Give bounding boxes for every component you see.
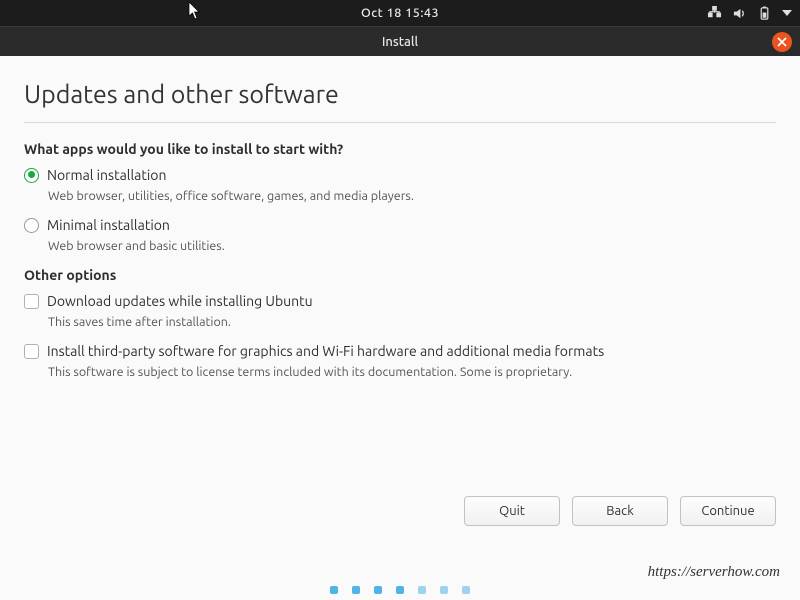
apps-question: What apps would you like to install to s… <box>24 141 776 157</box>
option-download-updates[interactable]: Download updates while installing Ubuntu… <box>24 293 776 329</box>
window-titlebar: Install <box>0 26 800 56</box>
checkbox-download-updates[interactable] <box>24 294 39 309</box>
installer-page: Updates and other software What apps wou… <box>0 56 800 600</box>
label-minimal: Minimal installation <box>47 217 170 233</box>
cursor-icon <box>188 2 202 20</box>
label-download-updates: Download updates while installing Ubuntu <box>47 293 313 309</box>
nav-buttons: Quit Back Continue <box>464 496 776 526</box>
option-minimal-install[interactable]: Minimal installation Web browser and bas… <box>24 217 776 253</box>
option-normal-install[interactable]: Normal installation Web browser, utiliti… <box>24 167 776 203</box>
divider <box>24 122 776 123</box>
back-button[interactable]: Back <box>572 496 668 526</box>
gnome-top-panel: Oct 18 15:43 <box>0 0 800 26</box>
battery-icon[interactable] <box>757 6 772 21</box>
watermark-text: https://serverhow.com <box>648 564 780 581</box>
label-third-party: Install third-party software for graphic… <box>47 343 604 359</box>
progress-dot <box>352 586 360 594</box>
system-tray[interactable] <box>707 0 792 26</box>
progress-dot <box>462 586 470 594</box>
other-options-heading: Other options <box>24 267 776 283</box>
progress-dot <box>396 586 404 594</box>
checkbox-third-party[interactable] <box>24 344 39 359</box>
desc-minimal: Web browser and basic utilities. <box>48 239 776 253</box>
close-icon <box>777 37 787 47</box>
progress-dots <box>330 586 470 594</box>
page-title: Updates and other software <box>24 80 776 108</box>
label-normal: Normal installation <box>47 167 166 183</box>
desc-download-updates: This saves time after installation. <box>48 315 776 329</box>
quit-button[interactable]: Quit <box>464 496 560 526</box>
window-title: Install <box>382 35 418 49</box>
network-icon[interactable] <box>707 6 722 21</box>
volume-icon[interactable] <box>732 6 747 21</box>
progress-dot <box>440 586 448 594</box>
clock-text: Oct 18 15:43 <box>361 6 439 20</box>
radio-minimal[interactable] <box>24 218 39 233</box>
radio-normal[interactable] <box>24 168 39 183</box>
chevron-down-icon[interactable] <box>782 10 792 16</box>
option-third-party[interactable]: Install third-party software for graphic… <box>24 343 776 379</box>
desc-third-party: This software is subject to license term… <box>48 365 776 379</box>
continue-button[interactable]: Continue <box>680 496 776 526</box>
desc-normal: Web browser, utilities, office software,… <box>48 189 776 203</box>
progress-dot <box>418 586 426 594</box>
close-button[interactable] <box>772 32 792 52</box>
progress-dot <box>330 586 338 594</box>
progress-dot <box>374 586 382 594</box>
